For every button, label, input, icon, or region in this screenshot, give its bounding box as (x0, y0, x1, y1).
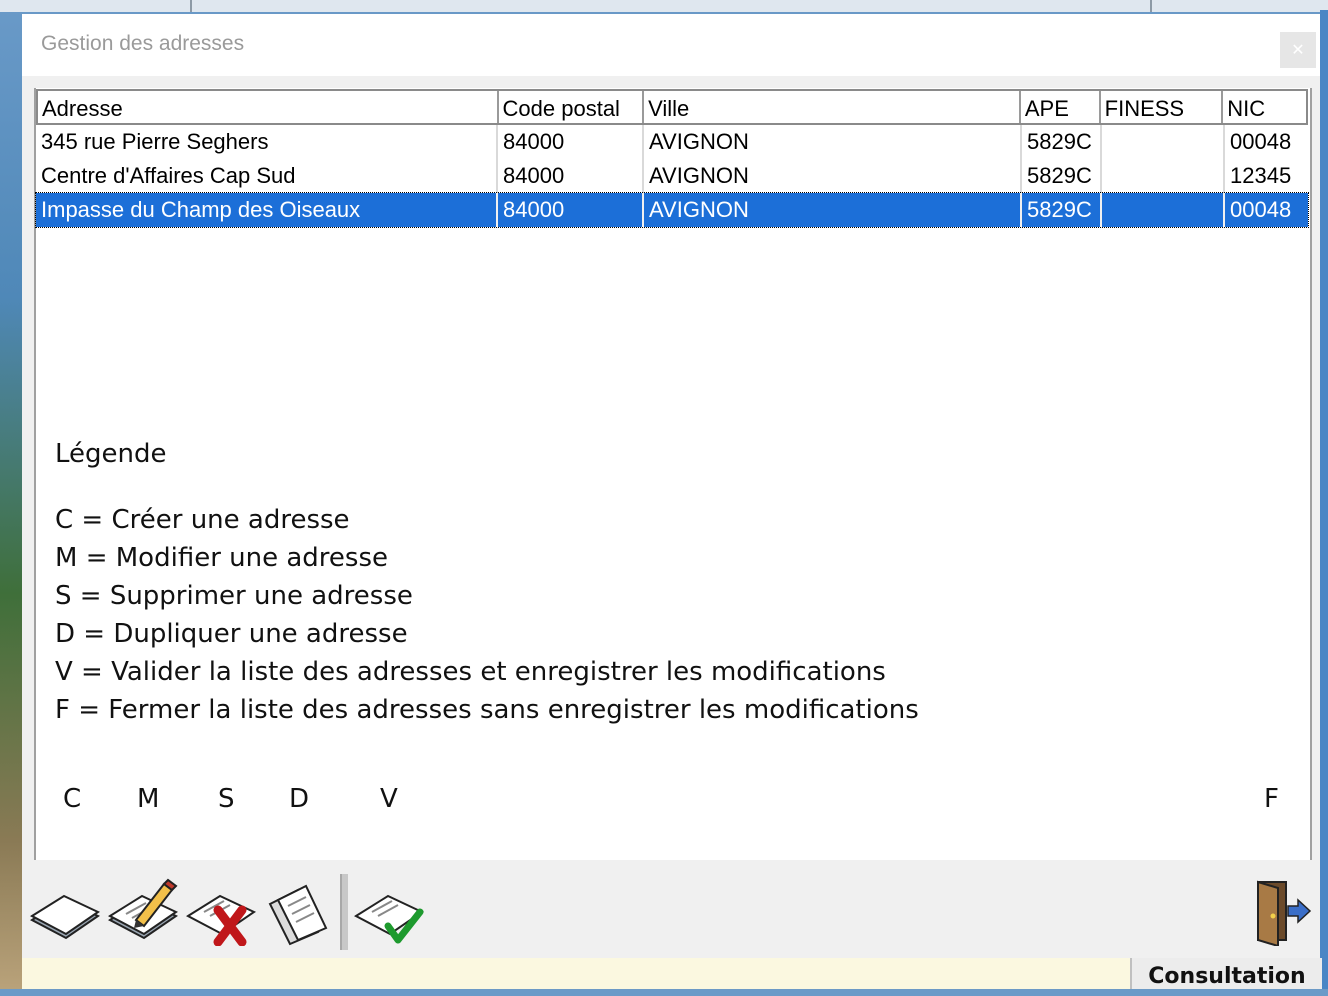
cell-finess (1102, 125, 1225, 159)
delete-address-button[interactable] (184, 876, 260, 947)
cell-nic: 12345 (1230, 163, 1292, 188)
legend-letter-v: V (380, 784, 398, 814)
cell-adresse: Impasse du Champ des Oiseaux (36, 193, 498, 227)
grid-header: Adresse Code postal Ville APE FINESS NIC (36, 89, 1308, 125)
cell-adresse: Centre d'Affaires Cap Sud (36, 159, 498, 193)
column-header-nic[interactable]: NIC (1223, 91, 1306, 123)
address-grid: Adresse Code postal Ville APE FINESS NIC… (35, 89, 1309, 228)
table-row[interactable]: 345 rue Pierre Seghers 84000 AVIGNON 582… (36, 125, 1308, 159)
legend: Légende C = Créer une adresse M = Modifi… (55, 439, 919, 729)
column-header-adresse[interactable]: Adresse (38, 91, 499, 123)
create-address-button[interactable] (28, 876, 104, 946)
cell-ville: AVIGNON (644, 125, 1022, 159)
legend-line-create: C = Créer une adresse (55, 505, 350, 535)
legend-line-duplicate: D = Dupliquer une adresse (55, 619, 408, 649)
validate-list-button[interactable] (352, 876, 428, 946)
delete-x-icon (185, 894, 257, 947)
legend-letter-f: F (1264, 784, 1279, 814)
legend-line-delete: S = Supprimer une adresse (55, 581, 413, 611)
table-row[interactable]: Centre d'Affaires Cap Sud 84000 AVIGNON … (36, 159, 1308, 193)
cell-nic: 00048 (1230, 129, 1292, 154)
title-bar: Gestion des adresses ✕ (22, 14, 1320, 76)
cell-code-postal: 84000 (498, 193, 644, 227)
legend-letter-s: S (218, 784, 235, 814)
cell-ape: 5829C (1022, 159, 1102, 193)
status-mode: Consultation (1130, 958, 1322, 989)
cell-finess (1102, 159, 1225, 193)
duplicate-address-button[interactable] (262, 876, 338, 946)
address-management-window: Gestion des adresses ✕ Adresse Code post… (22, 14, 1322, 989)
table-row-selected[interactable]: Impasse du Champ des Oiseaux 84000 AVIGN… (35, 192, 1309, 228)
legend-line-modify: M = Modifier une adresse (55, 543, 388, 573)
toolbar-separator (340, 874, 348, 950)
modify-address-button[interactable] (106, 876, 182, 946)
column-header-finess[interactable]: FINESS (1101, 91, 1224, 123)
cell-adresse: 345 rue Pierre Seghers (36, 125, 498, 159)
window-title: Gestion des adresses (41, 32, 245, 55)
legend-letter-c: C (63, 784, 82, 814)
status-bar (22, 958, 1320, 989)
strip-tick (190, 0, 192, 12)
legend-letter-m: M (137, 784, 160, 814)
background-top-strip (0, 0, 1328, 12)
legend-line-validate: V = Valider la liste des adresses et enr… (55, 657, 886, 687)
legend-letter-d: D (289, 784, 310, 814)
close-list-button[interactable] (1240, 876, 1316, 948)
close-window-button[interactable]: ✕ (1280, 32, 1316, 68)
cell-ville: AVIGNON (644, 193, 1022, 227)
cell-code-postal: 84000 (498, 125, 644, 159)
cell-ville: AVIGNON (644, 159, 1022, 193)
legend-title: Légende (55, 439, 167, 469)
exit-door-icon (1257, 880, 1312, 948)
blank-document-icon (29, 894, 101, 940)
cell-code-postal: 84000 (498, 159, 644, 193)
column-header-code-postal[interactable]: Code postal (499, 91, 645, 123)
column-header-ape[interactable]: APE (1021, 91, 1101, 123)
toolbar (22, 860, 1320, 968)
validate-check-icon (353, 894, 425, 944)
column-header-ville[interactable]: Ville (644, 91, 1021, 123)
background-right-strip (1320, 10, 1328, 989)
cell-nic: 00048 (1230, 197, 1292, 222)
cell-ape: 5829C (1022, 125, 1102, 159)
strip-tick (1150, 0, 1152, 12)
edit-pencil-icon (107, 878, 179, 940)
legend-line-close: F = Fermer la liste des adresses sans en… (55, 695, 919, 725)
copy-documents-icon (268, 884, 328, 946)
cell-ape: 5829C (1022, 193, 1102, 227)
cell-finess (1102, 193, 1225, 227)
